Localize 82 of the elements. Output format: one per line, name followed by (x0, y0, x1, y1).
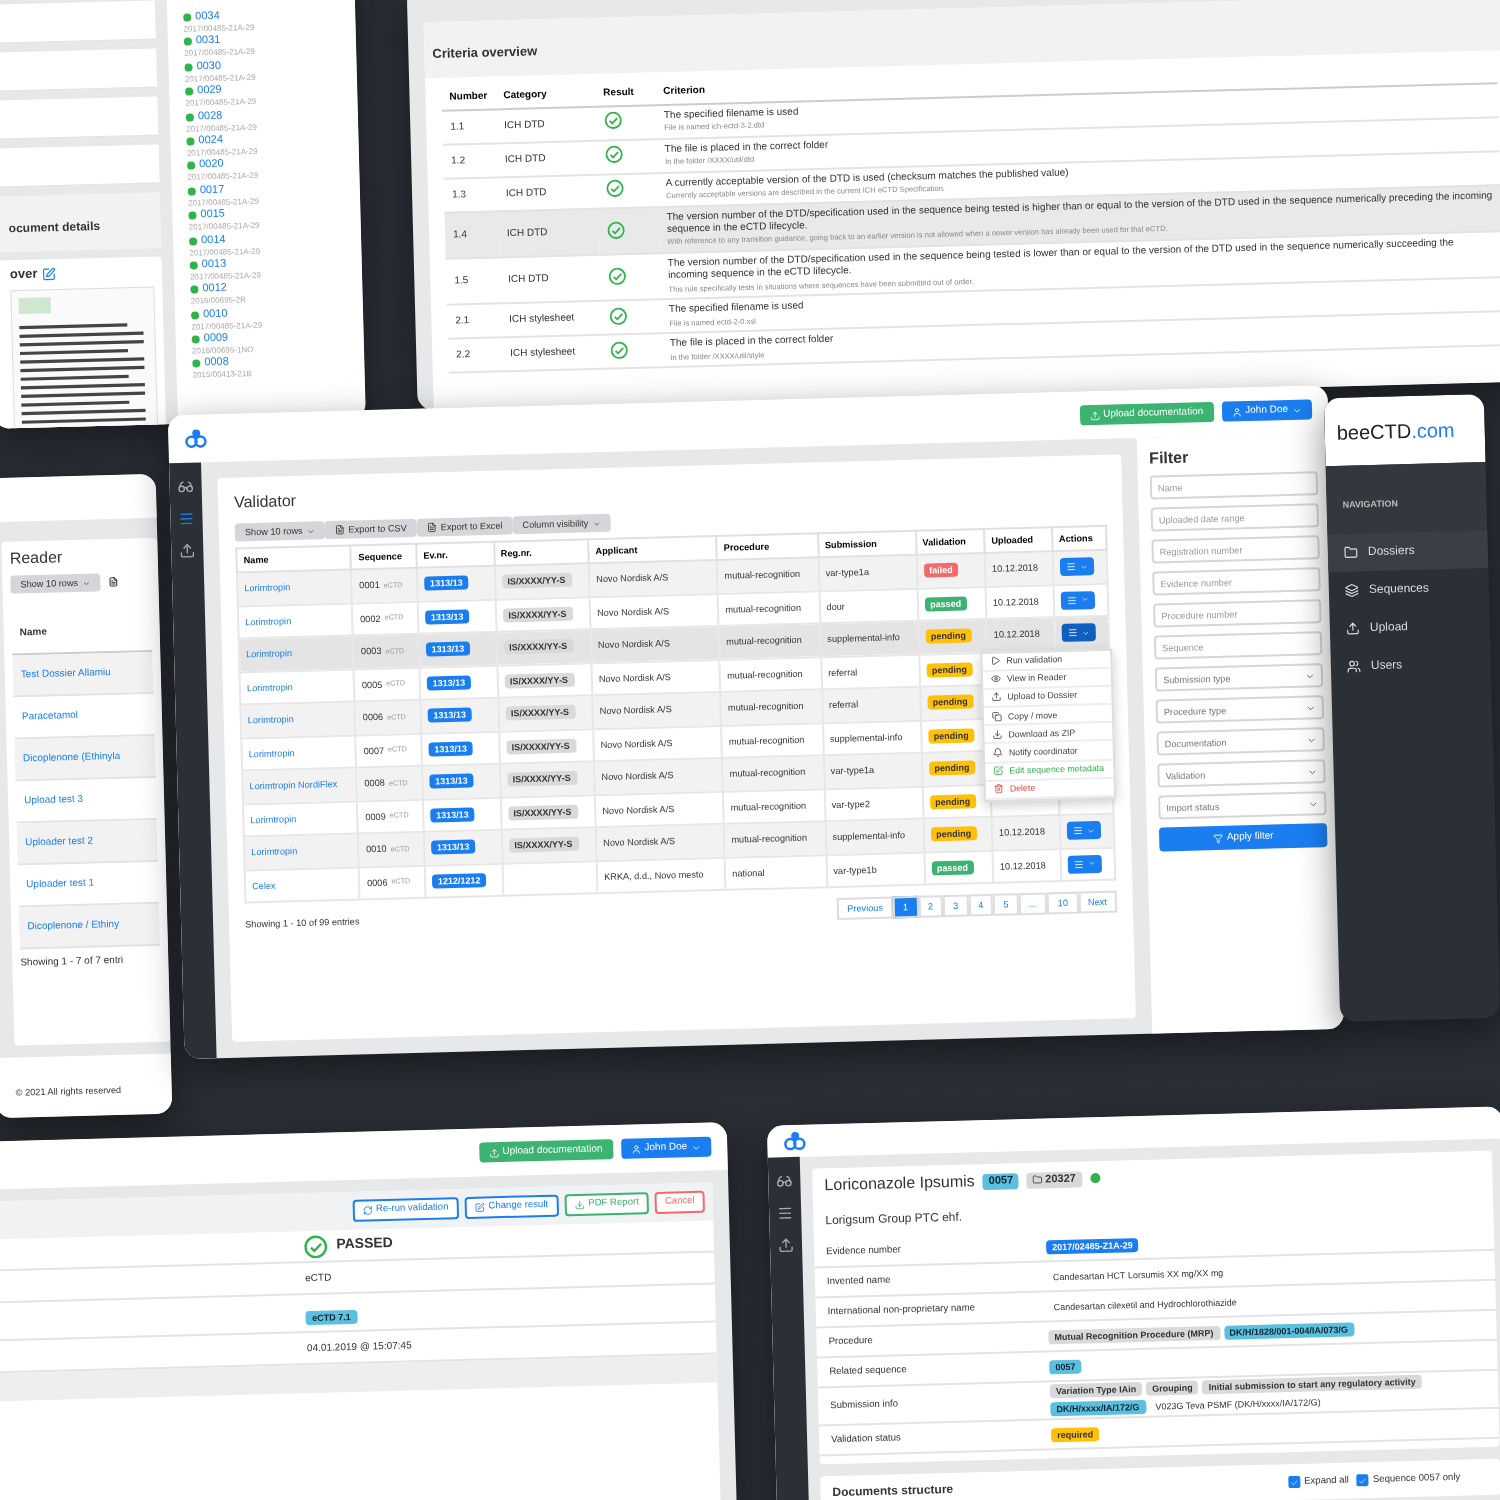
check-icon (1289, 1476, 1299, 1488)
upload-icon (1089, 409, 1100, 421)
actions-button[interactable] (1067, 854, 1102, 874)
status-dot (187, 162, 196, 171)
caret-icon (1305, 702, 1316, 713)
checkbox[interactable] (1287, 1475, 1301, 1489)
filter-icon (1212, 832, 1223, 844)
caret-icon (1308, 798, 1319, 809)
upload-icon[interactable] (777, 1237, 795, 1254)
bell-icon (992, 747, 1003, 758)
upload-icon (991, 692, 1002, 703)
caret-icon (1086, 826, 1095, 835)
product-title: Loriconazole Ipsumis (824, 1172, 975, 1195)
status-dot (188, 211, 197, 220)
status-dot (189, 236, 198, 245)
file-icon[interactable] (108, 576, 119, 588)
refresh-icon (361, 1205, 373, 1216)
caret-icon (306, 526, 315, 535)
trash-icon (993, 784, 1004, 795)
caret-icon (592, 519, 601, 528)
status-dot (191, 335, 200, 344)
status-dot (190, 286, 199, 295)
list-icon[interactable] (178, 510, 195, 528)
file-icon (334, 524, 345, 535)
upload-icon[interactable] (179, 542, 196, 560)
caret-icon (1291, 404, 1303, 415)
page-title: Reader (9, 546, 65, 568)
edit-icon (993, 766, 1004, 777)
actions-button[interactable] (1060, 590, 1095, 610)
user-icon (630, 1143, 641, 1154)
download-icon (574, 1199, 585, 1211)
status-dot (187, 186, 196, 196)
file-icon (426, 522, 437, 533)
list-icon[interactable] (777, 1205, 794, 1222)
actions-button[interactable] (1059, 557, 1094, 577)
status-dot (183, 38, 193, 47)
list-icon (1066, 595, 1077, 606)
user-icon (1231, 406, 1242, 417)
status-dot (183, 13, 192, 22)
copy-icon (991, 710, 1003, 722)
status-dot (192, 360, 201, 369)
glasses-icon[interactable] (177, 478, 194, 496)
logo-icon (783, 1130, 808, 1152)
folder-icon (1033, 1174, 1044, 1185)
page-title: Validator (233, 489, 299, 512)
eye-icon (990, 674, 1002, 685)
edit-icon[interactable] (41, 267, 56, 282)
status-dot (186, 137, 195, 146)
list-icon (1073, 859, 1084, 870)
glasses-icon[interactable] (776, 1173, 793, 1190)
filter-title: Filter (1149, 446, 1191, 468)
caret-icon (1079, 562, 1088, 571)
status-dot (185, 87, 194, 96)
upload-icon (488, 1147, 499, 1158)
folder-icon (1343, 545, 1359, 560)
checkbox[interactable] (1356, 1474, 1370, 1487)
caret-icon (1080, 595, 1089, 604)
caret-icon (82, 578, 91, 587)
actions-button[interactable] (1061, 623, 1096, 643)
caret-icon (1087, 859, 1096, 868)
caret-icon (691, 1141, 702, 1153)
edit-icon (474, 1202, 485, 1213)
check-icon (1358, 1475, 1367, 1486)
caret-icon (1307, 766, 1318, 777)
status-dot (184, 63, 193, 72)
list-icon (1067, 628, 1078, 639)
list-icon (1072, 826, 1083, 837)
status-dot (189, 261, 198, 270)
layers-icon (1344, 583, 1360, 598)
brand-logo: beeCTD.com (1323, 394, 1486, 467)
play-icon (990, 655, 1001, 667)
status-dot (190, 310, 200, 319)
actions-button[interactable] (1066, 821, 1101, 841)
download-icon (992, 729, 1003, 740)
caret-icon (1304, 670, 1316, 681)
users-icon (1346, 659, 1362, 674)
logo-icon (184, 428, 209, 449)
status-dot (185, 112, 194, 121)
upload-icon (1345, 621, 1361, 636)
list-icon (1065, 562, 1076, 573)
caret-icon (1306, 734, 1317, 745)
caret-icon (1081, 628, 1090, 637)
